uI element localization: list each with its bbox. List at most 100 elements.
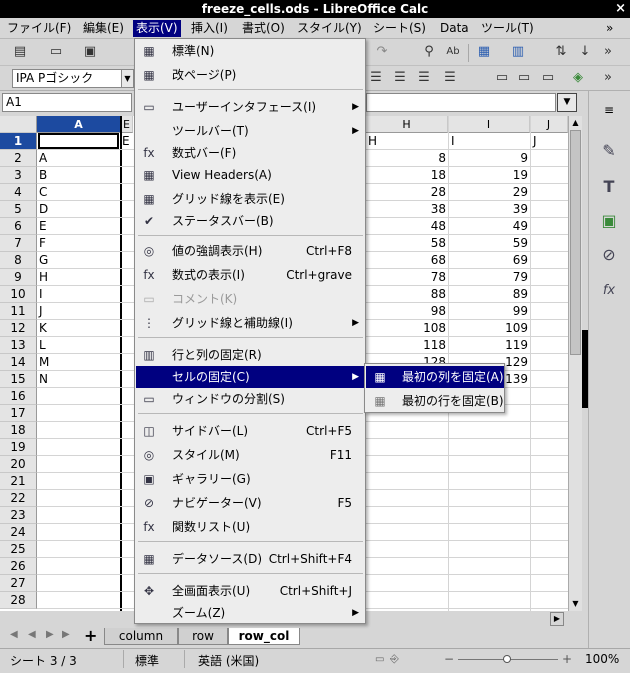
row-icon[interactable]: ▦ bbox=[474, 42, 494, 62]
row-header[interactable]: 11 bbox=[0, 303, 37, 320]
view-menu-item[interactable]: ▭ ウィンドウの分割(S) bbox=[136, 388, 365, 410]
functions-icon[interactable]: fx bbox=[598, 280, 620, 302]
gallery-icon[interactable]: ▣ bbox=[598, 210, 620, 232]
align-right-icon[interactable]: ☰ bbox=[414, 68, 434, 88]
column-header-e[interactable]: E bbox=[121, 116, 133, 133]
row-header[interactable]: 26 bbox=[0, 558, 37, 575]
row-header[interactable]: 6 bbox=[0, 218, 37, 235]
align-left-icon[interactable]: ☰ bbox=[366, 68, 386, 88]
cell-col-h[interactable]: 68 bbox=[366, 252, 446, 269]
zoom-level[interactable]: 100% bbox=[585, 652, 619, 666]
page-style[interactable]: 標準 bbox=[135, 652, 159, 669]
row-header[interactable]: 10 bbox=[0, 286, 37, 303]
align-middle-icon[interactable]: ▭ bbox=[514, 68, 534, 88]
menu-insert[interactable]: 挿入(I) bbox=[188, 20, 231, 37]
menu-file[interactable]: ファイル(F) bbox=[4, 20, 74, 37]
cell-col-a[interactable]: L bbox=[39, 337, 46, 354]
column-header-a[interactable]: A bbox=[37, 116, 121, 133]
view-menu-item[interactable]: ✔ ステータスバー(B) bbox=[136, 210, 365, 232]
view-menu-item[interactable]: ◎ 値の強調表示(H) Ctrl+F8 bbox=[136, 240, 365, 262]
view-menu-item[interactable]: ズーム(Z) ▶ bbox=[136, 602, 365, 624]
view-menu-item[interactable]: fx 数式の表示(I) Ctrl+grave bbox=[136, 264, 365, 286]
cell-col-a[interactable]: A bbox=[39, 150, 47, 167]
row-header[interactable]: 1 bbox=[0, 133, 37, 150]
cell-col-i[interactable]: 99 bbox=[448, 303, 528, 320]
column-header-h[interactable]: H bbox=[366, 116, 448, 133]
cell-col-i[interactable]: 79 bbox=[448, 269, 528, 286]
cell-col-h[interactable]: 58 bbox=[366, 235, 446, 252]
menu-overflow[interactable]: » bbox=[603, 20, 616, 37]
menu-tools[interactable]: ツール(T) bbox=[478, 20, 537, 37]
menu-styles[interactable]: スタイル(Y) bbox=[294, 20, 365, 37]
cell-col-h[interactable]: 48 bbox=[366, 218, 446, 235]
view-menu-item[interactable]: ▦ グリッド線を表示(E) bbox=[136, 188, 365, 210]
view-menu-item[interactable]: fx 関数リスト(U) bbox=[136, 516, 365, 538]
cell-col-a[interactable]: K bbox=[39, 320, 47, 337]
scroll-right-icon[interactable]: ▶ bbox=[550, 612, 564, 626]
align-bottom-icon[interactable]: ▭ bbox=[538, 68, 558, 88]
view-menu-item[interactable]: ⋮ グリッド線と補助線(I) ▶ bbox=[136, 312, 365, 334]
cell-col-h[interactable]: 88 bbox=[366, 286, 446, 303]
sidebar-menu-icon[interactable]: ≡ bbox=[604, 103, 614, 117]
menu-format[interactable]: 書式(O) bbox=[239, 20, 288, 37]
row-header[interactable]: 21 bbox=[0, 473, 37, 490]
row-header[interactable]: 14 bbox=[0, 354, 37, 371]
scroll-up-icon[interactable]: ▲ bbox=[569, 116, 582, 130]
row-header[interactable]: 7 bbox=[0, 235, 37, 252]
cell-col-i[interactable]: 29 bbox=[448, 184, 528, 201]
cell-col-i[interactable]: 39 bbox=[448, 201, 528, 218]
cell-col-a[interactable]: F bbox=[39, 235, 46, 252]
row-header[interactable]: 16 bbox=[0, 388, 37, 405]
row-header[interactable]: 17 bbox=[0, 405, 37, 422]
cell-col-a[interactable]: D bbox=[39, 201, 48, 218]
cell-col-h[interactable]: 98 bbox=[366, 303, 446, 320]
view-menu-item[interactable]: ⊘ ナビゲーター(V) F5 bbox=[136, 492, 365, 514]
row-header[interactable]: 13 bbox=[0, 337, 37, 354]
cell-col-a[interactable]: J bbox=[39, 303, 43, 320]
scroll-down-icon[interactable]: ▼ bbox=[569, 597, 582, 611]
add-sheet-button[interactable]: + bbox=[84, 626, 97, 645]
cell-col-h[interactable]: 118 bbox=[366, 337, 446, 354]
view-menu-item[interactable]: ▭ ユーザーインタフェース(I) ▶ bbox=[136, 96, 365, 118]
menu-edit[interactable]: 編集(E) bbox=[80, 20, 127, 37]
row-header[interactable]: 19 bbox=[0, 439, 37, 456]
cell-col-h[interactable]: 18 bbox=[366, 167, 446, 184]
new-document-icon[interactable]: ▤ bbox=[10, 42, 30, 62]
last-sheet-icon[interactable]: ▶ bbox=[62, 629, 70, 640]
wrap-text-icon[interactable]: ☰ bbox=[440, 68, 460, 88]
toolbar-overflow[interactable]: » bbox=[598, 42, 618, 62]
view-menu-item[interactable]: ◫ サイドバー(L) Ctrl+F5 bbox=[136, 420, 365, 442]
tab-column[interactable]: column bbox=[104, 628, 178, 645]
view-menu-item[interactable]: ▣ ギャラリー(G) bbox=[136, 468, 365, 490]
menu-data[interactable]: Data bbox=[437, 20, 472, 37]
text-language[interactable]: 英語 (米国) bbox=[198, 652, 259, 669]
cell-col-h[interactable]: 8 bbox=[366, 150, 446, 167]
cell-col-a[interactable]: B bbox=[39, 167, 47, 184]
save-icon[interactable]: ▣ bbox=[80, 42, 100, 62]
row-header[interactable]: 25 bbox=[0, 541, 37, 558]
cell-col-i[interactable]: 49 bbox=[448, 218, 528, 235]
row-header[interactable]: 2 bbox=[0, 150, 37, 167]
row-header[interactable]: 8 bbox=[0, 252, 37, 269]
name-box[interactable]: A1 bbox=[2, 93, 132, 112]
cell-col-a[interactable]: G bbox=[39, 252, 48, 269]
conditional-format-icon[interactable]: ◈ bbox=[568, 68, 588, 88]
freeze-first-column[interactable]: ▦ 最初の列を固定(A) bbox=[366, 366, 504, 388]
font-name-box[interactable]: IPA Pゴシック bbox=[12, 69, 122, 88]
cell-col-i[interactable]: 89 bbox=[448, 286, 528, 303]
view-menu-item[interactable]: ▭ コメント(K) bbox=[136, 288, 365, 310]
row-header[interactable]: 5 bbox=[0, 201, 37, 218]
align-center-icon[interactable]: ☰ bbox=[390, 68, 410, 88]
cell-h1[interactable]: H bbox=[368, 133, 377, 150]
first-sheet-icon[interactable]: ◀ bbox=[10, 629, 18, 640]
menu-view[interactable]: 表示(V) bbox=[133, 20, 181, 37]
row-header[interactable]: 27 bbox=[0, 575, 37, 592]
row-header[interactable]: 23 bbox=[0, 507, 37, 524]
cell-col-a[interactable]: E bbox=[39, 218, 47, 235]
view-menu-item[interactable]: ▦ View Headers(A) bbox=[136, 164, 365, 186]
scroll-thumb[interactable] bbox=[570, 130, 581, 355]
tab-row[interactable]: row bbox=[178, 628, 228, 645]
sort-icon[interactable]: ⇅ bbox=[551, 42, 571, 62]
cell-col-h[interactable]: 38 bbox=[366, 201, 446, 218]
cell-col-a[interactable]: N bbox=[39, 371, 48, 388]
